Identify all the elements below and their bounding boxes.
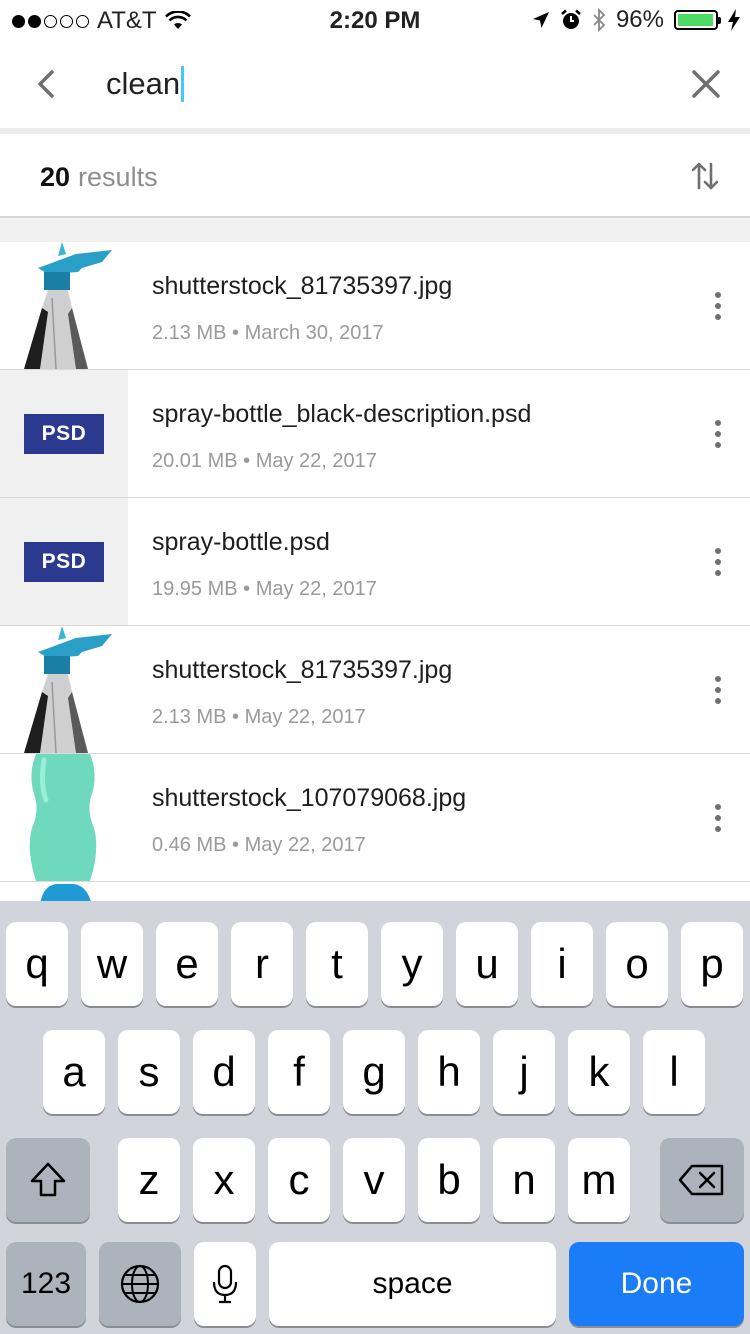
more-options-icon[interactable] <box>714 548 722 576</box>
key-c[interactable]: c <box>268 1138 330 1222</box>
results-number: 20 <box>40 162 71 192</box>
search-input[interactable]: clean <box>106 66 185 102</box>
numbers-key[interactable]: 123 <box>6 1242 86 1326</box>
done-button[interactable]: Done <box>569 1242 744 1326</box>
key-l[interactable]: l <box>643 1030 705 1114</box>
key-v[interactable]: v <box>343 1138 405 1222</box>
search-bar: clean <box>0 40 750 130</box>
key-x[interactable]: x <box>193 1138 255 1222</box>
battery-icon <box>674 10 721 30</box>
globe-icon <box>120 1264 160 1304</box>
key-a[interactable]: a <box>43 1030 105 1114</box>
file-row[interactable]: shutterstock_107079068.jpg 0.46 MB • May… <box>0 754 750 882</box>
psd-thumbnail: PSD <box>0 498 128 625</box>
status-bar: AT&T 2:20 PM 96% <box>0 0 750 40</box>
search-query: clean <box>106 66 181 101</box>
psd-badge: PSD <box>24 542 104 582</box>
battery-percent: 96% <box>615 6 664 33</box>
more-options-icon[interactable] <box>714 420 722 448</box>
more-options-icon[interactable] <box>714 292 722 320</box>
key-p[interactable]: p <box>681 922 743 1006</box>
results-count: 20 results <box>40 162 158 193</box>
file-meta: 0.46 MB • May 22, 2017 <box>152 834 366 856</box>
backspace-key[interactable] <box>660 1138 744 1222</box>
more-options-icon[interactable] <box>714 804 722 832</box>
key-n[interactable]: n <box>493 1138 555 1222</box>
key-t[interactable]: t <box>306 922 368 1006</box>
key-j[interactable]: j <box>493 1030 555 1114</box>
status-right: 96% <box>532 6 740 34</box>
charging-bolt-icon <box>728 9 740 31</box>
file-list: shutterstock_81735397.jpg 2.13 MB • Marc… <box>0 242 750 906</box>
key-h[interactable]: h <box>418 1030 480 1114</box>
sort-icon[interactable] <box>690 158 720 194</box>
key-w[interactable]: w <box>81 922 143 1006</box>
file-name: shutterstock_81735397.jpg <box>152 656 453 684</box>
file-name: spray-bottle.psd <box>152 528 330 556</box>
shift-arrow-icon <box>30 1162 66 1197</box>
bluetooth-icon <box>593 8 606 32</box>
key-s[interactable]: s <box>118 1030 180 1114</box>
file-name: spray-bottle_black-description.psd <box>152 400 532 428</box>
file-meta: 20.01 MB • May 22, 2017 <box>152 450 377 472</box>
key-g[interactable]: g <box>343 1030 405 1114</box>
dictation-key[interactable] <box>194 1242 256 1326</box>
key-u[interactable]: u <box>456 922 518 1006</box>
close-icon[interactable] <box>688 66 724 102</box>
results-label: results <box>78 162 158 192</box>
location-arrow-icon <box>532 12 549 28</box>
file-meta: 2.13 MB • March 30, 2017 <box>152 322 384 344</box>
key-y[interactable]: y <box>381 922 443 1006</box>
backspace-icon <box>678 1164 724 1196</box>
key-d[interactable]: d <box>193 1030 255 1114</box>
key-o[interactable]: o <box>606 922 668 1006</box>
file-row[interactable]: PSD spray-bottle.psd 19.95 MB • May 22, … <box>0 498 750 626</box>
alarm-clock-icon <box>561 9 581 29</box>
key-b[interactable]: b <box>418 1138 480 1222</box>
file-name: shutterstock_107079068.jpg <box>152 784 467 812</box>
file-row[interactable]: shutterstock_81735397.jpg 2.13 MB • Marc… <box>0 242 750 370</box>
key-z[interactable]: z <box>118 1138 180 1222</box>
key-q[interactable]: q <box>6 922 68 1006</box>
key-m[interactable]: m <box>568 1138 630 1222</box>
file-name: shutterstock_81735397.jpg <box>152 272 453 300</box>
microphone-icon <box>212 1264 238 1304</box>
psd-badge: PSD <box>24 414 104 454</box>
key-k[interactable]: k <box>568 1030 630 1114</box>
shift-key[interactable] <box>6 1138 90 1222</box>
keyboard: q w e r t y u i o p a s d f g h j k l z … <box>0 901 750 1334</box>
spray-bottle-thumbnail <box>0 626 128 753</box>
key-f[interactable]: f <box>268 1030 330 1114</box>
file-meta: 2.13 MB • May 22, 2017 <box>152 706 366 728</box>
space-key[interactable]: space <box>269 1242 556 1326</box>
back-arrow-icon[interactable] <box>28 62 68 106</box>
file-meta: 19.95 MB • May 22, 2017 <box>152 578 377 600</box>
key-r[interactable]: r <box>231 922 293 1006</box>
key-i[interactable]: i <box>531 922 593 1006</box>
green-bottle-thumbnail <box>0 754 128 881</box>
results-header: 20 results <box>0 134 750 218</box>
psd-thumbnail: PSD <box>0 370 128 497</box>
globe-key[interactable] <box>99 1242 181 1326</box>
text-cursor <box>181 66 185 102</box>
file-row[interactable]: shutterstock_81735397.jpg 2.13 MB • May … <box>0 626 750 754</box>
key-e[interactable]: e <box>156 922 218 1006</box>
list-spacer <box>0 218 750 242</box>
file-row[interactable]: PSD spray-bottle_black-description.psd 2… <box>0 370 750 498</box>
more-options-icon[interactable] <box>714 676 722 704</box>
spray-bottle-thumbnail <box>0 242 128 369</box>
